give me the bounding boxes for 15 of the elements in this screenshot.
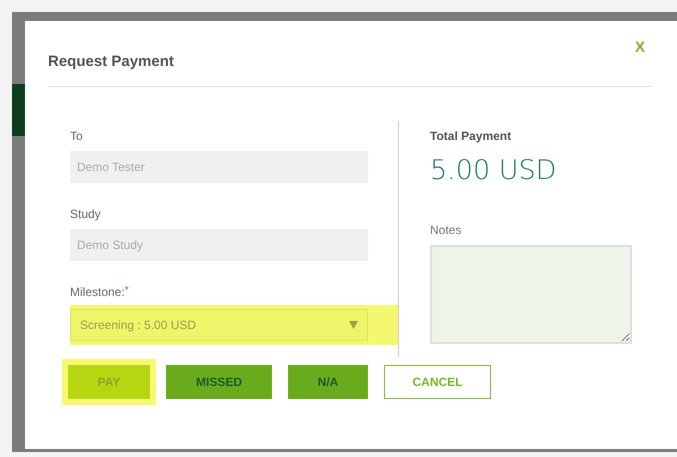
close-button[interactable]: X (634, 37, 645, 60)
milestone-select[interactable]: Screening : 5.00 USD (70, 308, 368, 340)
notes-field[interactable] (430, 244, 632, 344)
dialog-title: Request Payment (48, 52, 174, 72)
action-button[interactable]: MISSED (166, 364, 272, 398)
field-label: To (70, 128, 84, 144)
field-label: Study (70, 206, 102, 222)
required-mark: * (124, 284, 129, 298)
total-label: Total Payment (430, 128, 512, 144)
notes-label: Notes (430, 222, 462, 238)
action-button[interactable]: N/A (288, 364, 368, 398)
field-label: Milestone: (70, 284, 125, 300)
action-button[interactable]: CANCEL (384, 364, 491, 398)
total-amount: 5.00 USD (430, 154, 558, 186)
dropdown-caret-icon (349, 320, 358, 328)
